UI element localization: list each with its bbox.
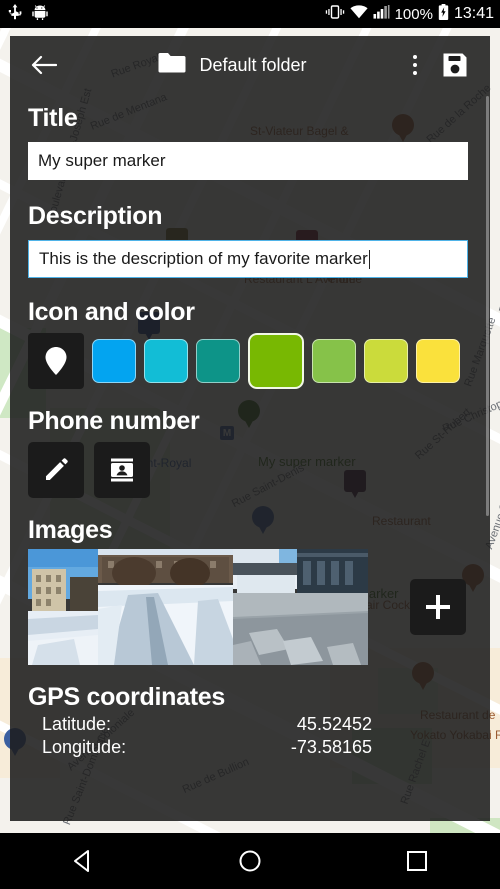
back-arrow-icon[interactable] (22, 43, 66, 87)
text-caret (368, 249, 370, 269)
plus-icon (426, 595, 450, 619)
title-section-label: Title (28, 104, 78, 132)
vibrate-icon (325, 4, 345, 25)
color-swatch-green[interactable] (248, 333, 304, 389)
status-right-icons: 100% 13:41 (325, 3, 494, 25)
phone-section-label: Phone number (28, 407, 200, 435)
thumbnail-snowy-plaza[interactable] (233, 549, 368, 665)
thumbnail-snowy-building[interactable] (28, 549, 98, 665)
thumbnail-snowy-park[interactable] (98, 549, 233, 665)
status-clock: 13:41 (453, 5, 494, 22)
android-nav-bar (0, 833, 500, 889)
battery-full-icon (438, 3, 449, 25)
save-icon[interactable] (432, 43, 478, 87)
overflow-menu-icon[interactable] (398, 43, 432, 87)
latitude-value: 45.52452 (296, 714, 372, 734)
map-pin-icon (45, 347, 67, 375)
folder-icon (157, 51, 187, 80)
color-swatch-teal[interactable] (196, 339, 240, 383)
phone-contact-button[interactable] (94, 442, 150, 498)
latitude-row: Latitude: 45.52452 (28, 714, 472, 735)
color-swatch-light-green[interactable] (312, 339, 356, 383)
wifi-icon (349, 4, 368, 24)
longitude-row: Longitude: -73.58165 (28, 737, 472, 758)
images-section-label: Images (28, 516, 113, 544)
folder-selector[interactable]: Default folder (66, 51, 398, 80)
description-input-value: This is the description of my favorite m… (39, 249, 368, 268)
signal-icon (373, 4, 390, 24)
phone-edit-button[interactable] (28, 442, 84, 498)
gps-section-label: GPS coordinates (28, 683, 225, 711)
marker-icon-button[interactable] (28, 333, 84, 389)
color-swatch-blue[interactable] (92, 339, 136, 383)
nav-back-icon[interactable] (48, 833, 118, 889)
pencil-icon (46, 458, 68, 480)
description-section-label: Description (28, 202, 163, 230)
device-screen: 100% 13:41 R Default folder Title My sup… (0, 0, 500, 889)
nav-recents-icon[interactable] (382, 833, 452, 889)
contact-card-icon (111, 458, 133, 482)
phone-actions-row (28, 442, 472, 498)
longitude-label: Longitude: (42, 737, 127, 757)
icon-color-section-label: Icon and color (28, 298, 195, 326)
battery-percent: 100% (394, 5, 433, 23)
add-image-button[interactable] (410, 579, 466, 635)
color-picker-row (28, 333, 472, 389)
title-input-value: My super marker (38, 151, 166, 170)
usb-icon (8, 3, 22, 25)
status-bar: 100% 13:41 (0, 0, 500, 28)
longitude-value: -73.58165 (290, 737, 372, 757)
status-left-icons (8, 3, 48, 25)
android-debug-icon (32, 4, 48, 25)
color-swatch-lime[interactable] (364, 339, 408, 383)
description-input[interactable]: This is the description of my favorite m… (28, 240, 468, 278)
title-input[interactable]: My super marker (28, 142, 468, 180)
color-swatch-cyan[interactable] (144, 339, 188, 383)
folder-name-label: Default folder (199, 54, 307, 75)
latitude-label: Latitude: (42, 714, 112, 734)
dialog-toolbar: Default folder (10, 36, 490, 94)
nav-home-icon[interactable] (215, 833, 285, 889)
dialog-content: Title My super marker Description This i… (10, 94, 490, 821)
images-row (28, 549, 472, 665)
marker-edit-dialog: Default folder Title My super marker Des… (10, 36, 490, 821)
color-swatch-yellow[interactable] (416, 339, 460, 383)
